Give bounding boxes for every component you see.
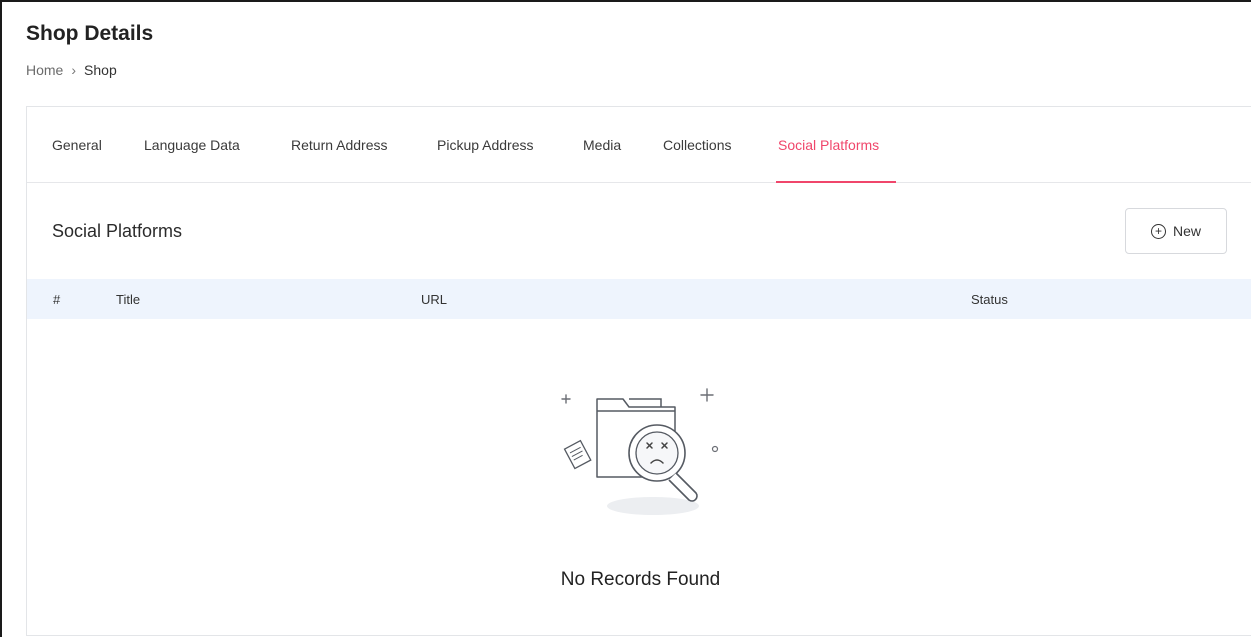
empty-state-message: No Records Found (560, 569, 721, 590)
tab-media[interactable]: Media (583, 137, 621, 153)
new-button-label: New (1172, 223, 1201, 239)
tab-language-data[interactable]: Language Data (144, 137, 240, 153)
tab-collections[interactable]: Collections (663, 137, 731, 153)
breadcrumb-home-link[interactable]: Home (26, 62, 63, 78)
column-header-status: Status (971, 292, 1008, 307)
tab-bar: General Language Data Return Address Pic… (27, 107, 1251, 183)
section-title: Social Platforms (52, 221, 183, 241)
breadcrumb-current: Shop (84, 62, 117, 78)
table-header: # Title URL Status (27, 279, 1251, 319)
page-title: Shop Details (26, 22, 154, 45)
shop-details-card: General Language Data Return Address Pic… (26, 106, 1251, 636)
column-header-title: Title (116, 292, 141, 307)
tab-general[interactable]: General (52, 137, 102, 153)
column-header-index: # (53, 292, 61, 307)
new-button[interactable]: + New (1125, 208, 1227, 254)
column-header-url: URL (421, 292, 448, 307)
tab-return-address[interactable]: Return Address (291, 137, 388, 153)
breadcrumb: Home › Shop (26, 62, 117, 78)
chevron-right-icon: › (71, 62, 77, 78)
plus-circle-icon: + (1150, 223, 1166, 239)
tab-social-platforms[interactable]: Social Platforms (778, 137, 879, 153)
tab-pickup-address[interactable]: Pickup Address (437, 137, 534, 153)
page-frame: Shop Details Home › Shop General Languag… (0, 0, 1251, 637)
active-tab-indicator (776, 181, 896, 183)
no-records-illustration-icon (561, 388, 719, 515)
